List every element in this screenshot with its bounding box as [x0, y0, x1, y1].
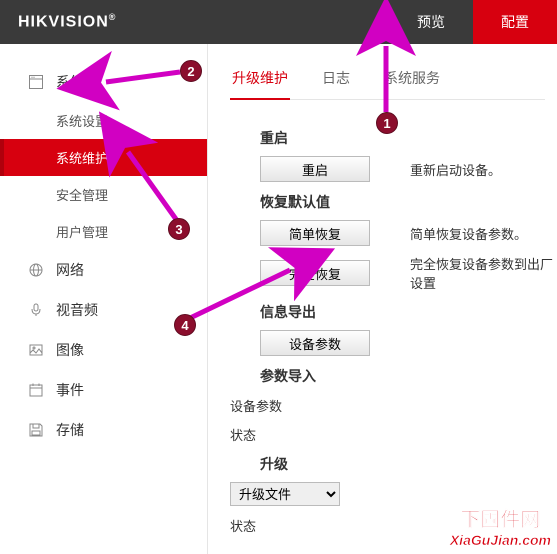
save-icon — [28, 422, 44, 438]
logo-text: HIKVISION — [18, 14, 109, 31]
brand-logo: HIKVISION® — [0, 12, 134, 31]
row-export: 设备参数 — [260, 330, 557, 356]
import-label: 设备参数 — [230, 396, 557, 415]
watermark-text-bottom: XiaGuJian.com — [450, 532, 551, 548]
tab-bar: 升级维护 日志 系统服务 — [230, 62, 545, 100]
tab-upgrade[interactable]: 升级维护 — [230, 62, 290, 100]
watermark: 下固件网 XiaGuJian.com — [450, 503, 551, 548]
logo-reg: ® — [109, 12, 117, 22]
export-params-button[interactable]: 设备参数 — [260, 330, 370, 356]
reboot-desc: 重新启动设备。 — [410, 160, 501, 179]
sidebar-item-label: 网络 — [56, 260, 84, 280]
sidebar-item-image[interactable]: 图像 — [0, 330, 207, 370]
full-restore-button[interactable]: 完全恢复 — [260, 260, 370, 286]
topnav-preview[interactable]: 预览 — [389, 0, 473, 44]
mic-icon — [28, 302, 44, 318]
sidebar-item-storage[interactable]: 存储 — [0, 410, 207, 450]
top-nav: 预览 配置 — [389, 0, 557, 44]
sidebar-item-system[interactable]: 系统 — [0, 62, 207, 102]
annotation-badge-4: 4 — [174, 314, 196, 336]
section-upgrade-title: 升级 — [260, 454, 557, 474]
sidebar: 系统 系统设置 系统维护 安全管理 用户管理 网络 视音频 图像 — [0, 44, 208, 554]
reboot-button[interactable]: 重启 — [260, 156, 370, 182]
sidebar-item-label: 事件 — [56, 380, 84, 400]
calendar-icon — [28, 382, 44, 398]
sidebar-sub-system-settings[interactable]: 系统设置 — [0, 102, 207, 139]
upgrade-file-select[interactable]: 升级文件 — [230, 482, 340, 506]
sidebar-sub-security[interactable]: 安全管理 — [0, 176, 207, 213]
annotation-badge-1: 1 — [376, 112, 398, 134]
tab-service[interactable]: 系统服务 — [382, 62, 442, 100]
tab-log[interactable]: 日志 — [320, 62, 352, 100]
sidebar-item-label: 系统 — [56, 72, 84, 92]
annotation-badge-2: 2 — [180, 60, 202, 82]
window-icon — [28, 74, 44, 90]
content-area: 重启 重启 重新启动设备。 恢复默认值 简单恢复 简单恢复设备参数。 完全恢复 … — [230, 100, 557, 535]
simple-desc: 简单恢复设备参数。 — [410, 224, 527, 243]
sidebar-item-network[interactable]: 网络 — [0, 250, 207, 290]
main-container: 系统 系统设置 系统维护 安全管理 用户管理 网络 视音频 图像 — [0, 44, 557, 554]
full-desc: 完全恢复设备参数到出厂设置 — [410, 254, 557, 292]
simple-restore-button[interactable]: 简单恢复 — [260, 220, 370, 246]
image-icon — [28, 342, 44, 358]
sidebar-sub-system-maint[interactable]: 系统维护 — [0, 139, 207, 176]
app-header: HIKVISION® 预览 配置 — [0, 0, 557, 44]
row-simple-restore: 简单恢复 简单恢复设备参数。 — [260, 220, 557, 246]
topnav-config[interactable]: 配置 — [473, 0, 557, 44]
section-export-title: 信息导出 — [260, 302, 557, 322]
sidebar-item-event[interactable]: 事件 — [0, 370, 207, 410]
section-restore-title: 恢复默认值 — [260, 192, 557, 212]
sidebar-item-label: 存储 — [56, 420, 84, 440]
globe-icon — [28, 262, 44, 278]
watermark-text-top: 下固件网 — [450, 503, 551, 532]
sidebar-item-label: 视音频 — [56, 300, 98, 320]
section-import-title: 参数导入 — [260, 366, 557, 386]
annotation-badge-3: 3 — [168, 218, 190, 240]
status-label: 状态 — [230, 425, 557, 444]
sidebar-item-label: 图像 — [56, 340, 84, 360]
row-reboot: 重启 重新启动设备。 — [260, 156, 557, 182]
row-full-restore: 完全恢复 完全恢复设备参数到出厂设置 — [260, 254, 557, 292]
section-reboot-title: 重启 — [260, 128, 557, 148]
